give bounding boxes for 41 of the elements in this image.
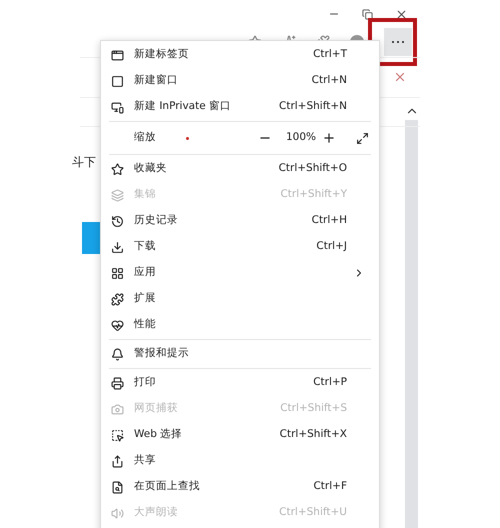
close-icon[interactable] bbox=[395, 8, 408, 20]
printer-icon bbox=[111, 376, 124, 390]
menu-item[interactable]: 打印 Ctrl+P bbox=[101, 370, 379, 396]
menu-item[interactable]: 共享 bbox=[101, 448, 379, 474]
menu-item[interactable]: 应用 bbox=[101, 260, 379, 286]
zoom-label: 缩放 bbox=[134, 130, 156, 146]
menu-item[interactable]: 新建标签页 Ctrl+T bbox=[101, 42, 379, 68]
menu-item[interactable]: 收藏夹 Ctrl+Shift+O bbox=[101, 156, 379, 182]
history-icon bbox=[111, 214, 124, 228]
private-window-icon bbox=[111, 100, 124, 114]
menu-item[interactable]: 新建 InPrivate 窗口 Ctrl+Shift+N bbox=[101, 94, 379, 120]
restore-icon[interactable] bbox=[362, 8, 373, 20]
menu-item[interactable]: 下载 Ctrl+J bbox=[101, 234, 379, 260]
menu-item[interactable]: 性能 bbox=[101, 312, 379, 338]
share-icon bbox=[111, 454, 124, 468]
selection-icon bbox=[111, 428, 124, 442]
read-aloud-icon bbox=[111, 506, 124, 520]
collections-icon bbox=[111, 188, 124, 202]
star-icon bbox=[111, 162, 124, 176]
menu-item[interactable]: 历史记录 Ctrl+H bbox=[101, 208, 379, 234]
menu-item[interactable]: Web 选择 Ctrl+Shift+X bbox=[101, 422, 379, 448]
close-icon[interactable] bbox=[393, 70, 407, 84]
heart-pulse-icon bbox=[111, 318, 124, 332]
scrollbar-track[interactable] bbox=[405, 120, 418, 528]
bell-icon bbox=[111, 348, 124, 360]
download-icon bbox=[111, 240, 124, 254]
menu-item[interactable]: 新建窗口 Ctrl+N bbox=[101, 68, 379, 94]
zoom-in-icon[interactable] bbox=[322, 131, 336, 145]
menu-item[interactable]: 警报和提示 bbox=[101, 341, 379, 367]
window-icon bbox=[111, 74, 124, 88]
grid-icon bbox=[111, 266, 124, 280]
page-text: 斗下 bbox=[72, 155, 96, 169]
menu-item[interactable]: 在页面上查找 Ctrl+F bbox=[101, 474, 379, 500]
page-panel bbox=[82, 222, 100, 254]
puzzle-icon bbox=[111, 292, 124, 306]
zoom-value: 100% bbox=[284, 130, 318, 146]
find-icon bbox=[111, 480, 124, 494]
menu-item[interactable]: 扩展 bbox=[101, 286, 379, 312]
capture-icon bbox=[111, 402, 124, 416]
fullscreen-icon[interactable] bbox=[356, 132, 369, 144]
tab-icon bbox=[111, 48, 124, 62]
